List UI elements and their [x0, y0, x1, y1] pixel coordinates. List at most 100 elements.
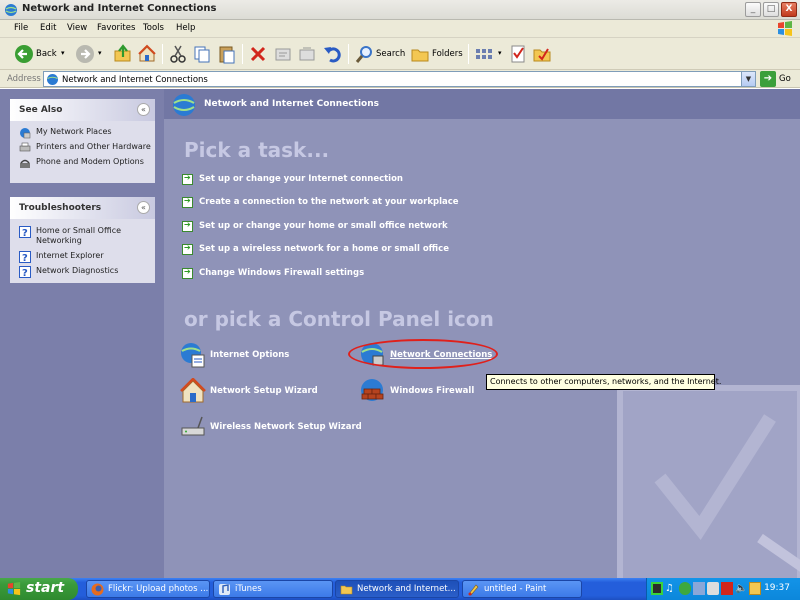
start-label: start	[26, 580, 65, 596]
taskbar-button-flickr[interactable]: Flickr: Upload photos ...	[86, 580, 210, 598]
menu-edit[interactable]: Edit	[40, 23, 56, 33]
back-dropdown-icon[interactable]: ▾	[61, 49, 65, 57]
see-also-header[interactable]: See Also «	[10, 99, 155, 121]
up-folder-button[interactable]	[113, 43, 135, 65]
see-also-panel: See Also « My Network Places Printers an…	[10, 99, 155, 183]
troubleshooter-label: Internet Explorer	[36, 251, 104, 260]
cut-button[interactable]	[168, 43, 190, 65]
green-arrow-icon	[182, 196, 193, 208]
delete-button[interactable]	[248, 43, 270, 65]
see-also-item-my-network-places[interactable]: My Network Places	[10, 124, 155, 139]
tray-monitor-icon[interactable]	[651, 582, 663, 595]
menu-help[interactable]: Help	[176, 23, 195, 33]
taskbar-button-label: untitled - Paint	[484, 584, 547, 594]
tray-volume-icon[interactable]: 🔈	[735, 582, 747, 595]
menu-view[interactable]: View	[67, 23, 87, 33]
paint-icon	[468, 584, 479, 596]
main-content: Network and Internet Connections Pick a …	[164, 89, 800, 578]
undo-button[interactable]	[322, 43, 344, 65]
folder-options-button[interactable]	[532, 43, 554, 65]
menu-file[interactable]: File	[14, 23, 28, 33]
task-pane: See Also « My Network Places Printers an…	[0, 89, 164, 578]
tray-shield-icon[interactable]	[749, 582, 761, 595]
go-arrow-icon: ➔	[760, 71, 776, 87]
taskbar-button-network-connections[interactable]: Network and Internet...	[335, 580, 459, 598]
windows-logo-icon	[7, 582, 21, 596]
pick-task-heading: Pick a task...	[184, 138, 330, 162]
see-also-item-phone-modem[interactable]: Phone and Modem Options	[10, 154, 155, 169]
wireless-wizard-label: Wireless Network Setup Wizard	[210, 422, 362, 432]
paste-icon	[219, 46, 235, 64]
task-label: Change Windows Firewall settings	[199, 268, 365, 278]
menu-tools[interactable]: Tools	[143, 23, 164, 33]
go-label: Go	[779, 74, 791, 84]
paste-button[interactable]	[217, 43, 239, 65]
folders-button[interactable]: Folders	[410, 43, 465, 65]
internet-options-label: Internet Options	[210, 350, 290, 360]
taskbar-button-paint[interactable]: untitled - Paint	[462, 580, 582, 598]
troubleshooter-item-internet-explorer[interactable]: ? Internet Explorer	[10, 248, 155, 263]
minimize-button[interactable]: _	[745, 2, 761, 17]
forward-button[interactable]: ▾	[75, 43, 107, 65]
troubleshooter-item-network-diagnostics[interactable]: ? Network Diagnostics	[10, 263, 155, 278]
troubleshooters-panel: Troubleshooters « ? Home or Small Office…	[10, 197, 155, 283]
itunes-icon	[219, 584, 230, 595]
move-to-button[interactable]	[297, 43, 319, 65]
scissors-icon	[170, 45, 186, 63]
toolbar-separator	[468, 44, 469, 64]
troubleshooter-label: Home or Small Office Networking	[36, 226, 122, 245]
maximize-button[interactable]: □	[763, 2, 779, 17]
troubleshooter-label: Network Diagnostics	[36, 266, 119, 275]
forward-dropdown-icon[interactable]: ▾	[98, 49, 102, 57]
taskbar-button-label: iTunes	[235, 584, 262, 594]
green-arrow-icon	[182, 173, 193, 185]
troubleshooter-item-home-networking[interactable]: ? Home or Small Office Networking	[10, 223, 155, 248]
see-also-title: See Also	[19, 105, 63, 115]
help-icon: ?	[19, 266, 31, 278]
troubleshooters-header[interactable]: Troubleshooters «	[10, 197, 155, 219]
help-icon: ?	[19, 251, 31, 263]
help-icon: ?	[19, 226, 31, 238]
collapse-chevron-icon[interactable]: «	[137, 103, 150, 116]
menu-favorites[interactable]: Favorites	[97, 23, 135, 33]
search-icon	[355, 46, 372, 63]
close-button[interactable]: X	[781, 2, 797, 17]
home-icon	[138, 44, 156, 62]
annotation-circle	[348, 339, 498, 369]
address-dropdown-icon[interactable]: ▼	[741, 72, 755, 86]
address-label: Address	[7, 74, 41, 84]
collapse-chevron-icon[interactable]: «	[137, 201, 150, 214]
address-input[interactable]: Network and Internet Connections ▼	[43, 71, 756, 87]
title-bar[interactable]: Network and Internet Connections _ □ X	[0, 0, 800, 20]
tray-device-icon[interactable]	[707, 582, 719, 595]
see-also-item-printers[interactable]: Printers and Other Hardware	[10, 139, 155, 154]
sync-button[interactable]	[508, 43, 530, 65]
task-label: Set up or change your home or small offi…	[199, 221, 448, 231]
tray-music-icon[interactable]: ♫	[665, 582, 677, 595]
properties-button[interactable]	[273, 43, 295, 65]
delete-x-icon	[250, 46, 266, 62]
tray-red-icon[interactable]	[721, 582, 733, 595]
home-button[interactable]	[137, 43, 159, 65]
window-title: Network and Internet Connections	[22, 3, 217, 14]
start-button[interactable]: start	[0, 578, 78, 600]
printer-icon	[19, 142, 31, 152]
views-grid-icon	[476, 49, 492, 59]
go-button[interactable]: ➔ Go	[760, 71, 796, 87]
views-button[interactable]: ▾	[474, 43, 506, 65]
tray-network-icon[interactable]	[693, 582, 705, 595]
taskbar-button-itunes[interactable]: iTunes	[213, 580, 333, 598]
network-places-icon	[20, 128, 31, 139]
back-arrow-icon	[15, 45, 33, 63]
search-button[interactable]: Search	[355, 43, 407, 65]
tray-green-icon[interactable]	[679, 582, 691, 595]
firewall-icon	[361, 379, 384, 401]
menu-bar: File Edit View Favorites Tools Help	[0, 20, 800, 38]
toolbar-separator	[162, 44, 163, 64]
views-dropdown-icon[interactable]: ▾	[498, 49, 502, 57]
network-globe-icon	[5, 4, 17, 16]
back-button[interactable]: Back ▾	[14, 43, 70, 65]
clock[interactable]: 19:37	[764, 583, 790, 593]
copy-icon	[194, 46, 210, 63]
copy-button[interactable]	[192, 43, 214, 65]
